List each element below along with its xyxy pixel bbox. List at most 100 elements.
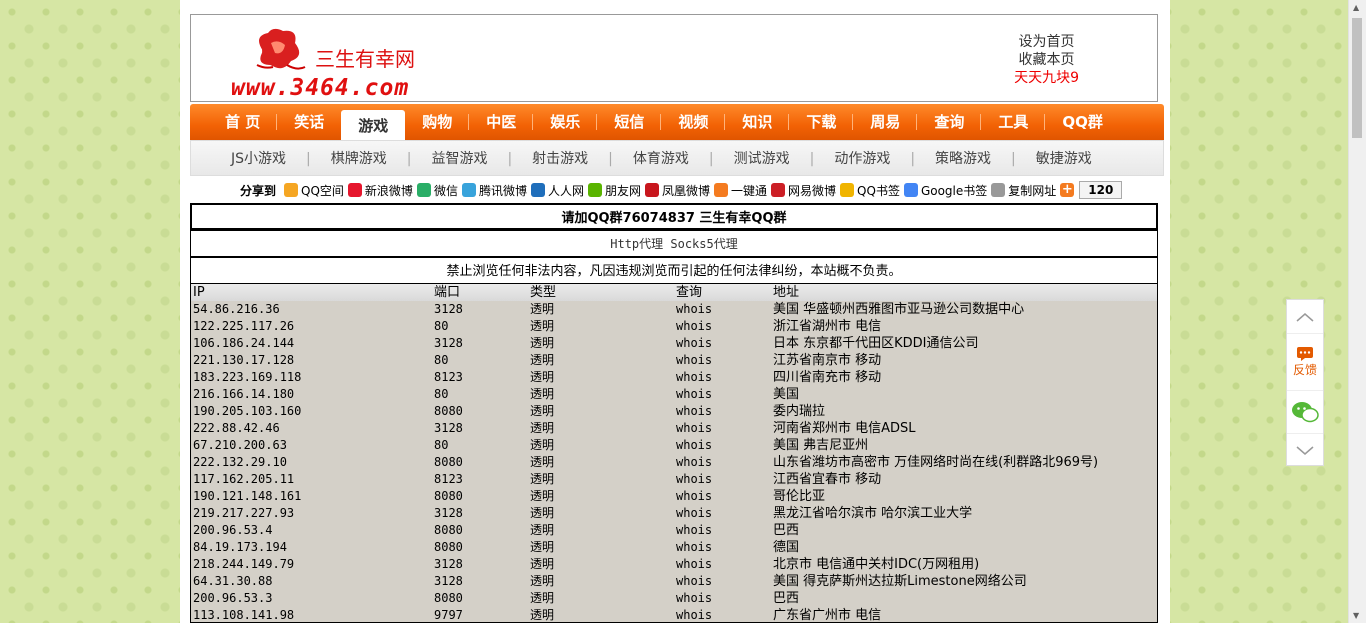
subnav-divider: | <box>406 151 412 167</box>
more-share-icon[interactable]: + <box>1060 183 1075 197</box>
header: 三生有幸网 www.3464.com 设为首页 收藏本页 天天九块9 <box>190 14 1158 102</box>
ip-cell: 54.86.216.36 <box>193 302 280 316</box>
type-cell: 透明 <box>530 608 555 622</box>
address-cell: 四川省南充市 移动 <box>773 370 882 385</box>
whois-link[interactable]: whois <box>674 573 771 590</box>
table-row: 84.19.173.194 8080 透明 whois 德国 <box>191 539 1157 556</box>
subnav-action-games[interactable]: 动作游戏 <box>834 141 890 177</box>
subnav-strategy-games[interactable]: 策略游戏 <box>935 141 991 177</box>
address-cell: 美国 弗吉尼亚州 <box>773 438 869 453</box>
whois-link[interactable]: whois <box>674 607 771 622</box>
whois-link[interactable]: whois <box>674 539 771 556</box>
nav-item-sms[interactable]: 短信 <box>597 104 662 140</box>
nav-item-knowledge[interactable]: 知识 <box>725 104 790 140</box>
share-item[interactable]: 凤凰微博 <box>645 182 710 199</box>
whois-link[interactable]: whois <box>674 335 771 352</box>
whois-link[interactable]: whois <box>674 301 771 318</box>
share-item[interactable]: QQ书签 <box>840 182 900 199</box>
share-bar: 分享到 QQ空间 新浪微博 微信 腾讯微博 人人网 朋友网 凤凰微博 一键通 网易微博 QQ书签 G… <box>240 180 1123 200</box>
ip-cell: 117.162.205.11 <box>193 472 295 486</box>
ip-cell: 222.88.42.46 <box>193 421 280 435</box>
nav-item-query[interactable]: 查询 <box>917 104 982 140</box>
nav-item-qq-group[interactable]: QQ群 <box>1045 104 1120 140</box>
whois-link[interactable]: whois <box>674 386 771 403</box>
table-row: 219.217.227.93 3128 透明 whois 黑龙江省哈尔滨市 哈尔滨工业大… <box>191 505 1157 522</box>
subnav-divider: | <box>608 151 613 167</box>
chat-bubble-icon <box>1297 346 1313 361</box>
share-item[interactable]: 新浪微博 <box>347 182 413 199</box>
daily-deals-link[interactable]: 天天九块9 <box>1014 69 1079 87</box>
nav-item-medicine[interactable]: 中医 <box>469 104 534 140</box>
whois-link[interactable]: whois <box>674 318 771 335</box>
whois-link[interactable]: whois <box>674 556 771 573</box>
share-item[interactable]: 腾讯微博 <box>461 182 527 199</box>
subnav-test-games[interactable]: 测试游戏 <box>734 141 790 177</box>
subnav-board-games[interactable]: 棋牌游戏 <box>331 141 387 177</box>
scrollbar-thumb[interactable] <box>1352 18 1362 138</box>
share-item[interactable]: 网易微博 <box>771 182 836 199</box>
page-scrollbar[interactable]: ▲ ▼ <box>1348 0 1366 623</box>
nav-item-entertainment[interactable]: 娱乐 <box>533 104 598 140</box>
port-cell: 8080 <box>434 404 463 418</box>
scroll-arrow-up-icon[interactable]: ▲ <box>1353 3 1359 12</box>
share-service-icon <box>416 183 431 197</box>
share-item[interactable]: 一键通 <box>714 182 767 199</box>
whois-link[interactable]: whois <box>674 420 771 437</box>
table-row: 200.96.53.3 8080 透明 whois 巴西 <box>191 590 1157 607</box>
nav-item-shopping[interactable]: 购物 <box>405 104 470 140</box>
ip-cell: 216.166.14.180 <box>193 387 295 401</box>
port-cell: 8123 <box>434 472 463 486</box>
whois-link[interactable]: whois <box>674 488 771 505</box>
whois-link[interactable]: whois <box>674 369 771 386</box>
scroll-down-button[interactable] <box>1287 434 1323 467</box>
address-cell: 美国 华盛顿州西雅图市亚马逊公司数据中心 <box>773 302 1025 317</box>
subnav-shooting-games[interactable]: 射击游戏 <box>532 141 588 177</box>
nav-item-zhouyi[interactable]: 周易 <box>853 104 918 140</box>
whois-link[interactable]: whois <box>674 590 771 607</box>
nav-item-jokes[interactable]: 笑话 <box>277 104 341 140</box>
share-item[interactable]: 复制网址 <box>991 182 1056 199</box>
scroll-up-button[interactable] <box>1287 300 1323 334</box>
nav-item-download[interactable]: 下载 <box>789 104 854 140</box>
ip-cell: 221.130.17.128 <box>193 353 295 367</box>
set-homepage-link[interactable]: 设为首页 <box>1014 33 1079 51</box>
nav-item-games[interactable]: 游戏 <box>341 110 406 140</box>
type-cell: 透明 <box>530 523 555 537</box>
port-cell: 8080 <box>434 489 463 503</box>
subnav-js-games[interactable]: JS小游戏 <box>231 141 286 177</box>
feedback-button[interactable]: 反馈 <box>1287 334 1323 391</box>
share-item[interactable]: Google书签 <box>903 182 987 199</box>
share-item[interactable]: 朋友网 <box>587 182 641 199</box>
port-cell: 8080 <box>434 591 463 605</box>
type-cell: 透明 <box>530 438 555 452</box>
whois-link[interactable]: whois <box>674 437 771 454</box>
scroll-arrow-down-icon[interactable]: ▼ <box>1353 611 1359 620</box>
address-cell: 山东省潍坊市高密市 万佳网络时尚在线(利群路北969号) <box>773 455 1099 470</box>
share-item[interactable]: 微信 <box>416 182 458 199</box>
share-item[interactable]: QQ空间 <box>284 182 344 199</box>
subnav-agility-games[interactable]: 敏捷游戏 <box>1036 141 1092 177</box>
whois-link[interactable]: whois <box>674 505 771 522</box>
bookmark-link[interactable]: 收藏本页 <box>1014 51 1079 69</box>
subnav-sports-games[interactable]: 体育游戏 <box>633 141 689 177</box>
whois-link[interactable]: whois <box>674 522 771 539</box>
port-cell: 8080 <box>434 455 463 469</box>
ip-cell: 122.225.117.26 <box>193 319 295 333</box>
share-service-icon <box>645 183 659 197</box>
nav-item-tools[interactable]: 工具 <box>981 104 1046 140</box>
nav-item-home[interactable]: 首 页 <box>208 104 278 140</box>
address-cell: 江西省宜春市 移动 <box>773 472 882 487</box>
nav-item-video[interactable]: 视频 <box>661 104 726 140</box>
share-label: 分享到 <box>240 183 277 198</box>
whois-link[interactable]: whois <box>674 352 771 369</box>
share-item[interactable]: 人人网 <box>530 182 584 199</box>
whois-link[interactable]: whois <box>674 454 771 471</box>
ip-cell: 190.121.148.161 <box>193 489 302 503</box>
share-service-icon <box>530 183 545 197</box>
whois-link[interactable]: whois <box>674 471 771 488</box>
share-item-label: 凤凰微博 <box>662 183 711 198</box>
table-row: 216.166.14.180 80 透明 whois 美国 <box>191 386 1157 403</box>
wechat-button[interactable] <box>1287 391 1323 434</box>
whois-link[interactable]: whois <box>674 403 771 420</box>
subnav-puzzle-games[interactable]: 益智游戏 <box>431 141 487 177</box>
